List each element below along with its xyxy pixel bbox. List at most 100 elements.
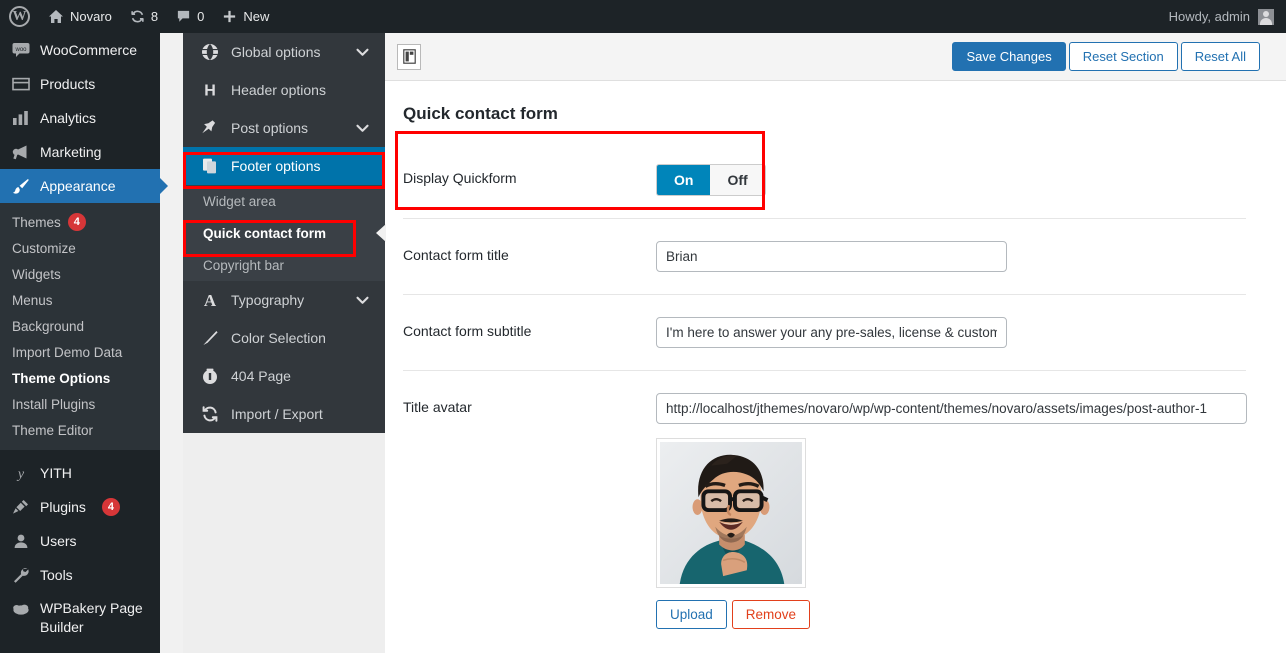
page-title: Quick contact form xyxy=(403,104,558,123)
option-subitem-label: Copyright bar xyxy=(203,257,285,273)
reset-all-button[interactable]: Reset All xyxy=(1180,42,1260,71)
remove-button[interactable]: Remove xyxy=(731,600,811,629)
submenu-item-background[interactable]: Background xyxy=(0,313,160,339)
users-icon xyxy=(11,531,31,551)
chevron-down-icon xyxy=(356,124,369,133)
footer-pages-icon xyxy=(199,157,221,175)
updates-count: 8 xyxy=(150,9,159,24)
wp-logo-menu[interactable]: W xyxy=(0,0,39,33)
sidebar-item-woocommerce[interactable]: woo WooCommerce xyxy=(0,33,160,67)
avatar-actions: Upload Remove xyxy=(656,600,1247,629)
svg-text:H: H xyxy=(204,83,216,100)
submenu-item-label: Import Demo Data xyxy=(12,344,123,360)
site-name-label: Novaro xyxy=(70,9,112,24)
globe-icon xyxy=(199,43,221,61)
sidebar-item-label: YITH xyxy=(40,465,72,481)
submenu-item-menus[interactable]: Menus xyxy=(0,287,160,313)
sidebar-item-yith[interactable]: y YITH xyxy=(0,456,160,490)
sidebar-item-label: Analytics xyxy=(40,110,97,126)
theme-options-menu: Global options H Header options Post opt… xyxy=(183,33,386,433)
sidebar-item-products[interactable]: Products xyxy=(0,67,160,101)
option-typography[interactable]: A Typography xyxy=(183,281,385,319)
options-form: Quick contact form Display Quickform On … xyxy=(385,81,1286,653)
new-content-menu[interactable]: New xyxy=(213,0,278,33)
site-name-menu[interactable]: Novaro xyxy=(39,0,121,33)
pin-icon xyxy=(199,119,221,137)
sidebar-item-users[interactable]: Users xyxy=(0,524,160,558)
sidebar-item-label: Plugins xyxy=(40,499,86,515)
option-subitem-copyright-bar[interactable]: Copyright bar xyxy=(183,249,385,281)
submenu-item-label: Background xyxy=(12,318,85,334)
comment-bubble-icon xyxy=(176,9,191,24)
howdy-label[interactable]: Howdy, admin xyxy=(1169,9,1250,24)
submenu-item-customize[interactable]: Customize xyxy=(0,235,160,261)
sidebar-item-analytics[interactable]: Analytics xyxy=(0,101,160,135)
field-control: On Off xyxy=(656,164,1246,196)
submenu-item-install-plugins[interactable]: Install Plugins xyxy=(0,391,160,417)
wpbakery-icon xyxy=(11,599,31,619)
submenu-item-label: Widgets xyxy=(12,266,61,282)
option-footer-options[interactable]: Footer options xyxy=(183,147,385,185)
title-avatar-url-input[interactable] xyxy=(656,393,1247,424)
sidebar-item-label: Products xyxy=(40,76,96,92)
contact-form-title-input[interactable] xyxy=(656,241,1007,272)
sidebar-item-label: Users xyxy=(40,533,77,549)
submenu-item-label: Theme Options xyxy=(12,370,111,386)
header-h-icon: H xyxy=(199,81,221,100)
toolbar-buttons: Save Changes Reset Section Reset All xyxy=(949,42,1260,71)
avatar-photo-man-with-glasses xyxy=(660,442,802,584)
sidebar-item-wpbakery-page-builder[interactable]: WPBakery Page Builder xyxy=(0,592,160,637)
submenu-item-import-demo-data[interactable]: Import Demo Data xyxy=(0,339,160,365)
save-changes-button[interactable]: Save Changes xyxy=(952,42,1066,71)
option-subitem-quick-contact-form[interactable]: Quick contact form xyxy=(183,217,386,249)
sidebar-item-label: Marketing xyxy=(40,144,102,160)
404-icon xyxy=(199,367,221,385)
option-subitem-label: Widget area xyxy=(203,193,276,209)
option-label: Global options xyxy=(231,44,321,60)
option-404-page[interactable]: 404 Page xyxy=(183,357,385,395)
submenu-item-label: Menus xyxy=(12,292,53,308)
sidebar-item-marketing[interactable]: Marketing xyxy=(0,135,160,169)
submenu-item-themes[interactable]: Themes 4 xyxy=(0,209,160,235)
svg-text:woo: woo xyxy=(14,47,27,53)
upload-button[interactable]: Upload xyxy=(656,600,727,629)
option-post-options[interactable]: Post options xyxy=(183,109,385,147)
toggle-off-option[interactable]: Off xyxy=(710,165,764,195)
field-label: Contact form title xyxy=(403,247,509,263)
sidebar-item-appearance[interactable]: Appearance xyxy=(0,169,168,203)
toggle-on-option[interactable]: On xyxy=(657,165,711,195)
field-control xyxy=(656,317,1246,348)
sidebar-item-plugins[interactable]: Plugins 4 xyxy=(0,490,160,524)
contact-form-subtitle-input[interactable] xyxy=(656,317,1007,348)
option-subitem-label: Quick contact form xyxy=(203,225,327,241)
option-color-selection[interactable]: Color Selection xyxy=(183,319,385,357)
display-quickform-toggle[interactable]: On Off xyxy=(656,164,766,196)
color-brush-icon xyxy=(199,329,221,347)
comments-menu[interactable]: 0 xyxy=(167,0,213,33)
products-icon xyxy=(11,74,31,94)
option-header-options[interactable]: H Header options xyxy=(183,71,385,109)
plugins-plug-icon xyxy=(11,497,31,517)
submenu-item-widgets[interactable]: Widgets xyxy=(0,261,160,287)
submenu-item-theme-options[interactable]: Theme Options xyxy=(0,365,160,391)
plus-icon xyxy=(222,9,237,24)
yith-icon: y xyxy=(11,463,31,483)
option-label: Post options xyxy=(231,120,309,136)
sidebar-item-tools[interactable]: Tools xyxy=(0,558,160,592)
option-import-export[interactable]: Import / Export xyxy=(183,395,385,433)
submenu-item-theme-editor[interactable]: Theme Editor xyxy=(0,417,160,443)
option-subitem-widget-area[interactable]: Widget area xyxy=(183,185,385,217)
field-row-display-quickform: Display Quickform On Off xyxy=(403,142,1246,219)
reset-section-button[interactable]: Reset Section xyxy=(1068,42,1178,71)
option-label: Footer options xyxy=(231,158,321,174)
sidebar-item-label: Appearance xyxy=(40,178,116,194)
avatar[interactable] xyxy=(1258,8,1274,25)
wp-admin-sidebar: woo WooCommerce Products Analytics Marke… xyxy=(0,33,168,653)
footer-options-subitems: Widget area Quick contact form Copyright… xyxy=(183,185,386,281)
field-row-contact-form-subtitle: Contact form subtitle xyxy=(403,295,1246,371)
wp-admin-bar: W Novaro 8 0 New Howdy, admin xyxy=(0,0,1286,33)
option-global-options[interactable]: Global options xyxy=(183,33,385,71)
layout-toggle-icon[interactable] xyxy=(397,43,421,70)
field-label: Display Quickform xyxy=(403,170,517,186)
updates-menu[interactable]: 8 xyxy=(121,0,167,33)
